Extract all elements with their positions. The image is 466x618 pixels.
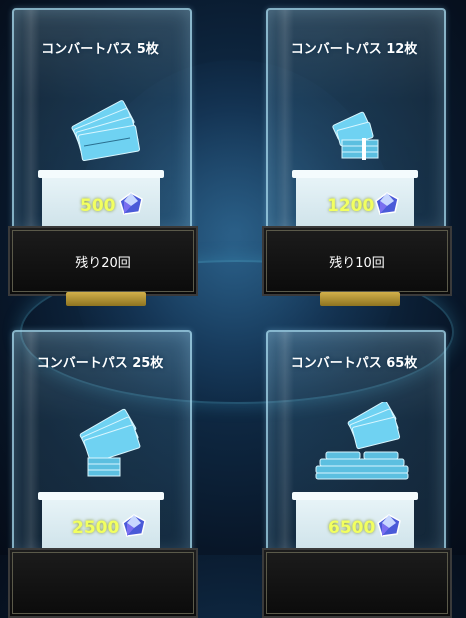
remaining-count: 残り10回 — [329, 256, 385, 271]
item-title: コンバートパス 25枚 — [36, 356, 164, 371]
price: 6500 — [328, 518, 376, 538]
remaining-panel — [262, 548, 452, 618]
remaining-panel — [8, 548, 198, 618]
gold-tab — [320, 292, 400, 306]
crystal-gem-icon — [377, 514, 401, 537]
ticket-pile-icon — [315, 402, 409, 480]
ticket-bundle-icon — [71, 100, 140, 162]
crystal-gem-icon — [119, 192, 143, 215]
crystal-gem-icon — [122, 514, 146, 537]
ticket-stack-icon — [332, 111, 379, 160]
ticket-bundle-icon — [79, 408, 141, 477]
price: 500 — [80, 196, 116, 216]
gold-tab — [66, 292, 146, 306]
item-title: コンバートパス 5枚 — [41, 42, 159, 57]
price: 1200 — [327, 196, 375, 216]
item-title: コンバートパス 12枚 — [290, 42, 418, 57]
item-title: コンバートパス 65枚 — [290, 356, 418, 371]
remaining-count: 残り20回 — [75, 256, 131, 271]
price: 2500 — [72, 518, 120, 538]
crystal-gem-icon — [375, 192, 399, 215]
